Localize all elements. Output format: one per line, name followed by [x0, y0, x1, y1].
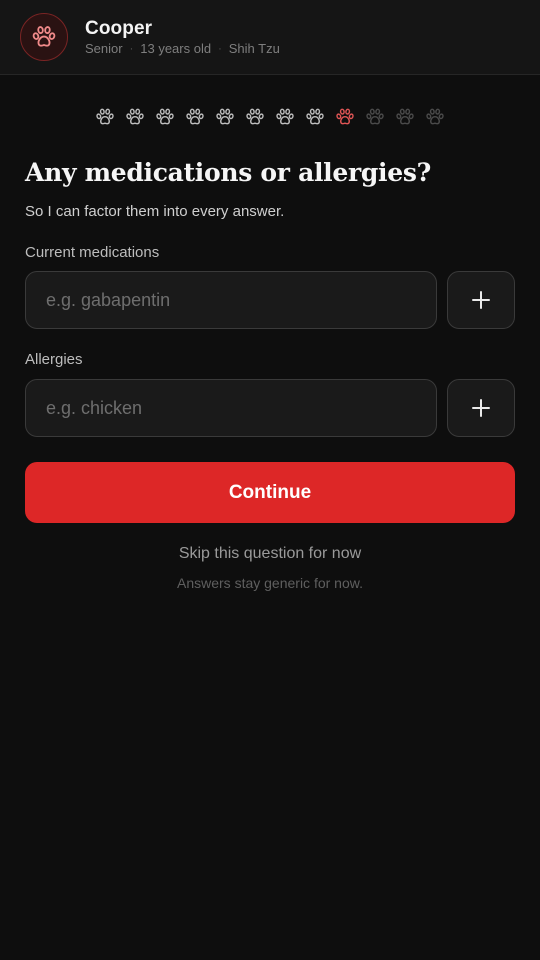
add-medication-button[interactable]: [447, 271, 515, 329]
progress-step-current-paw-icon: [335, 106, 355, 128]
allergies-input[interactable]: [25, 379, 437, 437]
pet-breed: Shih Tzu: [228, 41, 280, 56]
progress-step-completed-paw-icon: [245, 106, 265, 128]
progress-step-completed-paw-icon: [185, 106, 205, 128]
progress-step-upcoming-paw-icon: [395, 106, 415, 128]
skip-question-link[interactable]: Skip this question for now: [0, 545, 540, 563]
allergies-label: Allergies: [25, 351, 83, 368]
medications-input[interactable]: [25, 271, 437, 329]
progress-step-upcoming-paw-icon: [425, 106, 445, 128]
meta-separator: ·: [129, 42, 134, 55]
progress-step-completed-paw-icon: [215, 106, 235, 128]
pet-age: 13 years old: [140, 41, 212, 56]
pet-avatar[interactable]: [20, 13, 68, 61]
paw-icon: [31, 24, 57, 50]
pet-meta: Senior · 13 years old · Shih Tzu: [85, 41, 280, 56]
pet-name: Cooper: [85, 18, 153, 39]
question-title: Any medications or allergies?: [25, 158, 431, 187]
plus-icon: [472, 291, 490, 309]
pet-life-stage: Senior: [85, 41, 123, 56]
progress-step-upcoming-paw-icon: [365, 106, 385, 128]
question-subtitle: So I can factor them into every answer.: [25, 203, 285, 220]
meta-separator: ·: [218, 42, 222, 55]
step-progress: [95, 106, 455, 128]
progress-step-completed-paw-icon: [125, 106, 145, 128]
add-allergy-button[interactable]: [447, 379, 515, 437]
continue-button[interactable]: Continue: [25, 462, 515, 523]
footnote-text: Answers stay generic for now.: [177, 575, 363, 591]
medications-label: Current medications: [25, 244, 160, 261]
progress-step-completed-paw-icon: [155, 106, 175, 128]
profile-header: Cooper Senior · 13 years old · Shih Tzu: [0, 0, 540, 75]
progress-step-completed-paw-icon: [275, 106, 295, 128]
progress-step-completed-paw-icon: [305, 106, 325, 128]
progress-step-completed-paw-icon: [95, 106, 115, 128]
plus-icon: [472, 399, 490, 417]
